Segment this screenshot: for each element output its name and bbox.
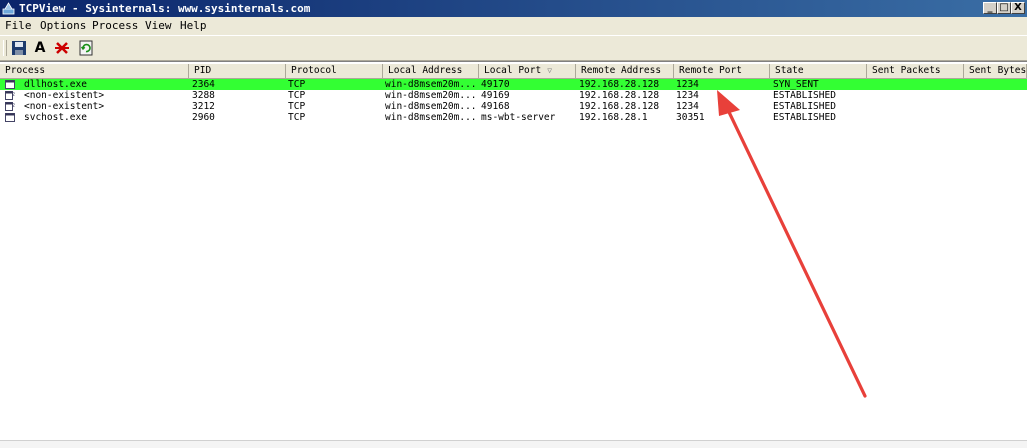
column-headers: Process PID Protocol Local Address Local… [0,64,1027,79]
cell-pid: 2364 [192,79,215,90]
cell-protocol: TCP [288,101,306,112]
toolbar-grip [3,40,7,56]
cell-remote-port: 1234 [676,101,699,112]
table-row[interactable]: 2 <non-existent> 3212 TCP win-d8msem20m.… [0,101,1027,112]
cell-process: dllhost.exe [24,79,87,90]
tcpview-app-icon [2,2,15,15]
cell-remote-address: 192.168.28.128 [579,101,660,112]
column-header-local-address[interactable]: Local Address [383,64,479,78]
column-header-protocol[interactable]: Protocol [286,64,383,78]
cell-process: <non-existent> [24,101,105,112]
process-window-icon [5,113,15,122]
menu-view[interactable]: View [145,17,172,35]
cell-protocol: TCP [288,112,306,123]
table-row[interactable]: 2 <non-existent> 3288 TCP win-d8msem20m.… [0,90,1027,101]
menu-file[interactable]: File [5,17,32,35]
font-icon[interactable]: A [31,39,49,57]
cell-process: <non-existent> [24,90,105,101]
cell-protocol: TCP [288,79,306,90]
process-window-icon [5,80,15,89]
cell-state: ESTABLISHED [773,101,836,112]
cell-pid: 3288 [192,90,215,101]
close-button[interactable]: X [1011,2,1025,14]
menu-bar: File Options Process View Help [0,17,1027,35]
window-title: TCPView - Sysinternals: www.sysinternals… [19,2,311,15]
cell-local-address: win-d8msem20m... [385,101,477,112]
menu-help[interactable]: Help [180,17,207,35]
table-row[interactable]: svchost.exe 2960 TCP win-d8msem20m... ms… [0,112,1027,123]
cell-process: svchost.exe [24,112,87,123]
cell-local-address: win-d8msem20m... [385,90,477,101]
cell-state: SYN_SENT [773,79,819,90]
menu-options[interactable]: Options [40,17,86,35]
column-header-local-port-label: Local Port [484,65,542,76]
cell-local-port: 49170 [481,79,510,90]
svg-text:2: 2 [12,92,15,98]
column-header-local-port[interactable]: Local Port ▽ [479,64,576,78]
svg-text:2: 2 [12,103,15,109]
toolbar: A [0,35,1027,61]
cell-remote-address: 192.168.28.128 [579,90,660,101]
cell-remote-port: 1234 [676,79,699,90]
close-connection-icon[interactable] [53,39,71,57]
refresh-icon[interactable] [77,39,95,57]
column-header-remote-port[interactable]: Remote Port [674,64,770,78]
column-header-state[interactable]: State [770,64,867,78]
column-header-process[interactable]: Process [0,64,189,78]
cell-remote-port: 30351 [676,112,705,123]
connections-list[interactable]: Process PID Protocol Local Address Local… [0,61,1027,448]
save-icon[interactable] [10,39,28,57]
maximize-button[interactable]: □ [997,2,1011,14]
process-window-icon: 2 [5,91,15,100]
sort-descending-icon: ▽ [547,66,553,75]
minimize-button[interactable]: _ [983,2,997,14]
column-header-sent-bytes[interactable]: Sent Bytes [964,64,1027,78]
cell-remote-address: 192.168.28.128 [579,79,660,90]
cell-state: ESTABLISHED [773,112,836,123]
menu-process[interactable]: Process [92,17,138,35]
cell-pid: 3212 [192,101,215,112]
title-bar: TCPView - Sysinternals: www.sysinternals… [0,0,1027,17]
cell-remote-address: 192.168.28.1 [579,112,648,123]
cell-remote-port: 1234 [676,90,699,101]
table-row[interactable]: dllhost.exe 2364 TCP win-d8msem20m... 49… [0,79,1027,90]
cell-local-port: ms-wbt-server [481,112,556,123]
cell-local-address: win-d8msem20m... [385,112,477,123]
cell-protocol: TCP [288,90,306,101]
cell-local-port: 49168 [481,101,510,112]
column-header-sent-packets[interactable]: Sent Packets [867,64,964,78]
column-header-remote-address[interactable]: Remote Address [576,64,674,78]
process-window-icon: 2 [5,102,15,111]
cell-state: ESTABLISHED [773,90,836,101]
column-header-pid[interactable]: PID [189,64,286,78]
cell-local-port: 49169 [481,90,510,101]
cell-pid: 2960 [192,112,215,123]
cell-local-address: win-d8msem20m... [385,79,477,90]
